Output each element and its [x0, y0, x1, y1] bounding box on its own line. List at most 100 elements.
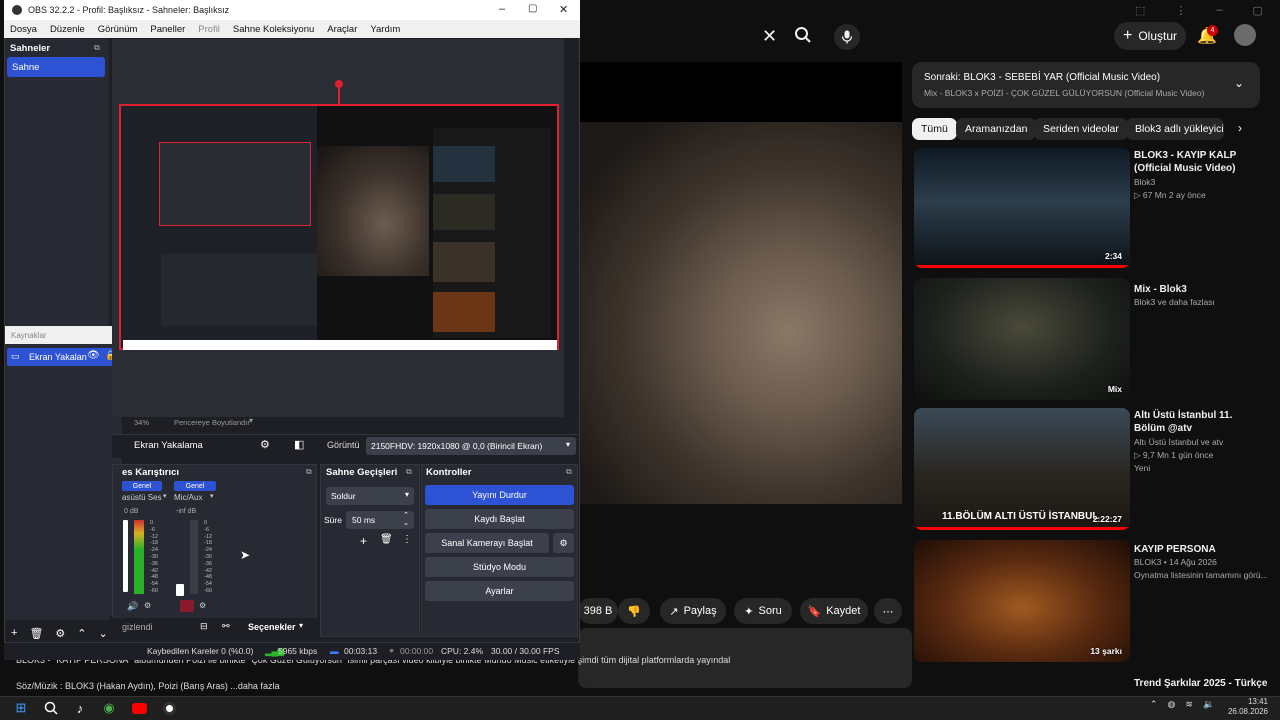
thumbnail[interactable]: Mix: [914, 278, 1130, 400]
wifi-icon[interactable]: ≋: [1185, 699, 1193, 710]
chevron-down-icon[interactable]: ⌄: [1234, 76, 1244, 90]
rec-channel[interactable]: Blok3: [1134, 176, 1155, 189]
spin-arrows-icon[interactable]: ⌃ ⌄: [403, 511, 409, 527]
chevron-right-icon[interactable]: ›: [1238, 121, 1242, 135]
mixer-layout-icon[interactable]: ⊟: [200, 621, 208, 632]
start-virtual-camera-button[interactable]: Sanal Kamerayı Başlat: [425, 533, 549, 553]
eye-icon[interactable]: 👁: [87, 350, 100, 361]
chevron-up-icon[interactable]: ⌃: [1150, 699, 1158, 710]
rec-title[interactable]: BLOK3 - KAYIP KALP (Official Music Video…: [1134, 149, 1244, 175]
virtual-camera-gear-icon[interactable]: ⚙: [553, 533, 574, 553]
windows-start-icon[interactable]: ⊞: [10, 697, 32, 719]
menu-file[interactable]: Dosya: [10, 24, 37, 35]
maximize-icon[interactable]: ▢: [1253, 4, 1263, 18]
maximize-icon[interactable]: ▢: [528, 3, 537, 14]
clock[interactable]: 13:41 26.08.2026: [1222, 697, 1268, 717]
preview-source[interactable]: [119, 104, 559, 350]
add-icon[interactable]: +: [11, 627, 17, 639]
zoom-level[interactable]: 34%: [134, 418, 149, 427]
rec-title[interactable]: Mix - Blok3: [1134, 283, 1187, 296]
menu-help[interactable]: Yardım: [370, 24, 400, 35]
display-select[interactable]: 2150FHDV: 1920x1080 @ 0,0 (Birincil Ekra…: [366, 437, 576, 455]
start-recording-button[interactable]: Kaydı Başlat: [425, 509, 574, 529]
more-icon[interactable]: ⋯: [874, 598, 902, 624]
channel-name[interactable]: asüstü Ses: [122, 493, 162, 502]
channel-name[interactable]: Mic/Aux: [174, 493, 202, 502]
menu-scene-collection[interactable]: Sahne Koleksiyonu: [233, 24, 314, 35]
add-icon[interactable]: +: [360, 534, 367, 548]
save-button[interactable]: 🔖 Kaydet: [800, 598, 868, 624]
muted-icon[interactable]: [180, 600, 194, 612]
youtube-icon[interactable]: [128, 697, 150, 719]
fit-dropdown-icon[interactable]: ▾: [249, 416, 253, 425]
up-next-panel[interactable]: Sonraki: BLOK3 - SEBEBİ YAR (Official Mu…: [912, 62, 1260, 108]
share-button[interactable]: ↗ Paylaş: [660, 598, 726, 624]
undock-icon[interactable]: ⧉: [406, 467, 412, 477]
rec-title[interactable]: Trend Şarkılar 2025 - Türkçe: [1134, 677, 1267, 690]
properties-gear-icon[interactable]: ⚙: [260, 438, 270, 451]
channel-gear-icon[interactable]: ⚙: [144, 601, 151, 610]
settings-button[interactable]: Ayarlar: [425, 581, 574, 601]
thumbnail[interactable]: 2:34: [914, 148, 1130, 268]
extensions-icon[interactable]: ⬚: [1135, 4, 1145, 18]
rec-channel[interactable]: Blok3 ve daha fazlası: [1134, 296, 1215, 309]
rec-channel[interactable]: BLOK3 • 14 Ağu 2026: [1134, 556, 1217, 569]
speaker-icon[interactable]: 🔊: [127, 601, 138, 612]
rotation-handle[interactable]: [335, 80, 343, 88]
thumbnail[interactable]: 11.BÖLÜM ALTI ÜSTÜ İSTANBUL 2:22:27: [914, 408, 1130, 530]
description-text-2[interactable]: Söz/Müzik : BLOK3 (Hakan Aydın), Poizi (…: [16, 681, 516, 691]
rec-channel[interactable]: Altı Üstü İstanbul ve atv: [1134, 436, 1223, 449]
channel-gear-icon[interactable]: ⚙: [199, 601, 206, 610]
undock-icon[interactable]: ⧉: [566, 467, 572, 477]
chip-series[interactable]: Seriden videolar: [1034, 118, 1128, 140]
chip-from-search[interactable]: Aramanızdan: [956, 118, 1037, 140]
menu-tools[interactable]: Araçlar: [327, 24, 357, 35]
tiktok-icon[interactable]: ♪: [69, 697, 91, 719]
obs-icon[interactable]: [158, 697, 180, 719]
chevron-down-icon[interactable]: ▾: [299, 621, 303, 630]
menu-docks[interactable]: Paneller: [150, 24, 185, 35]
network-icon[interactable]: ◍: [1168, 699, 1176, 710]
menu-icon[interactable]: ⋮: [1175, 4, 1186, 18]
chrome-icon[interactable]: ◉: [98, 697, 120, 719]
transition-select[interactable]: Soldur ▾: [326, 487, 414, 505]
chevron-down-icon[interactable]: ▾: [210, 492, 214, 500]
thumbnail[interactable]: 13 şarkı: [914, 540, 1130, 662]
likes-count[interactable]: 398 B: [578, 598, 618, 624]
options-menu[interactable]: Seçenekler: [248, 622, 296, 632]
create-button[interactable]: + Oluştur: [1114, 22, 1186, 50]
menu-edit[interactable]: Düzenle: [50, 24, 85, 35]
search-icon[interactable]: [40, 697, 62, 719]
link-icon[interactable]: ⚯: [222, 621, 230, 632]
fit-window-label[interactable]: Pencereye Boyutlandır: [174, 418, 250, 427]
studio-mode-button[interactable]: Stüdyo Modu: [425, 557, 574, 577]
rec-title[interactable]: KAYIP PERSONA: [1134, 543, 1216, 556]
more-vertical-icon[interactable]: ⋮: [402, 534, 412, 545]
up-icon[interactable]: ⌃: [77, 627, 86, 640]
minimize-icon[interactable]: –: [1216, 4, 1222, 18]
search-icon[interactable]: [794, 26, 812, 49]
down-icon[interactable]: ⌄: [99, 627, 108, 640]
volume-icon[interactable]: 🔉: [1203, 699, 1214, 710]
menu-profile[interactable]: Profil: [198, 24, 220, 35]
close-search-icon[interactable]: ✕: [762, 26, 777, 47]
chevron-down-icon[interactable]: ▾: [163, 492, 167, 500]
duration-input[interactable]: 50 ms ⌃ ⌄: [346, 511, 414, 529]
volume-fader-2[interactable]: [176, 584, 184, 596]
ask-button[interactable]: ✦ Soru: [734, 598, 792, 624]
dislike-icon[interactable]: 👎: [618, 598, 650, 624]
chip-all[interactable]: Tümü: [912, 118, 957, 140]
trash-icon[interactable]: 🗑: [380, 534, 393, 545]
undock-icon[interactable]: ⧉: [306, 467, 312, 477]
close-icon[interactable]: ✕: [559, 3, 568, 16]
trash-icon[interactable]: 🗑: [29, 627, 43, 640]
minimize-icon[interactable]: –: [499, 3, 505, 15]
scene-item[interactable]: Sahne: [7, 57, 105, 77]
stop-stream-button[interactable]: Yayını Durdur: [425, 485, 574, 505]
rec-title[interactable]: Altı Üstü İstanbul 11. Bölüm @atv: [1134, 409, 1254, 435]
avatar[interactable]: [1234, 24, 1256, 46]
source-item[interactable]: ▭ Ekran Yakalan 👁 🔒: [7, 348, 121, 366]
video-frame[interactable]: [580, 122, 902, 504]
mic-icon[interactable]: [834, 24, 860, 50]
gear-icon[interactable]: ⚙: [55, 627, 65, 640]
